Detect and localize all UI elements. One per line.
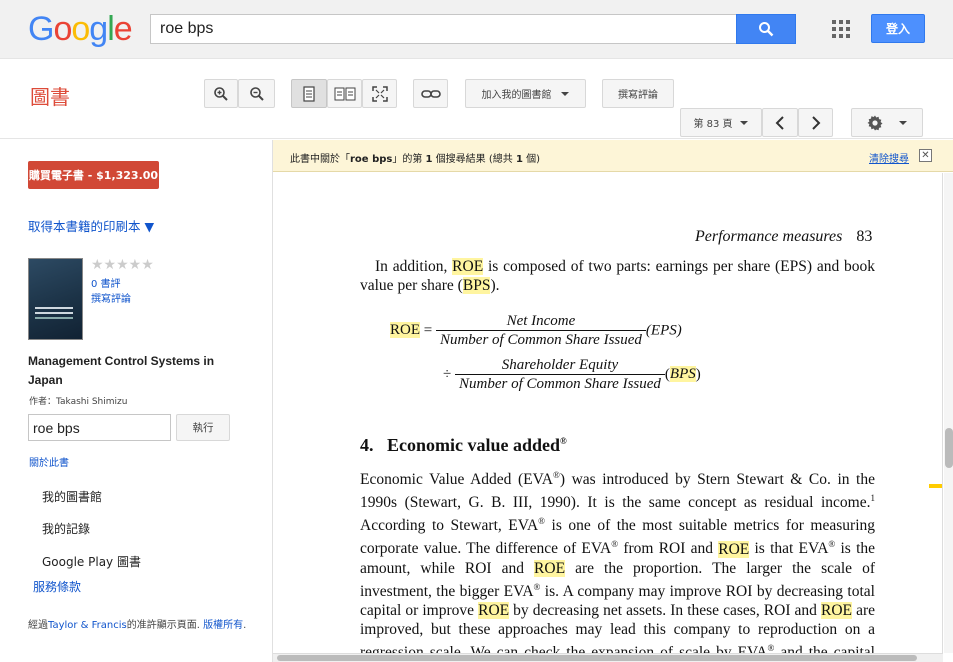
books-toolbar: 圖書 加入我的圖書館 撰寫評論 第 83 頁 bbox=[0, 59, 953, 139]
page-number: 83 bbox=[856, 228, 873, 245]
chevron-down-icon bbox=[560, 91, 569, 96]
signin-button[interactable]: 登入 bbox=[871, 14, 925, 43]
previous-page-button[interactable] bbox=[762, 108, 798, 137]
write-review-button[interactable]: 撰寫評論 bbox=[602, 79, 674, 108]
about-this-book-link[interactable]: 關於此書 bbox=[29, 454, 69, 469]
fraction: Shareholder Equity Number of Common Share… bbox=[454, 357, 665, 393]
horizontal-scrollbar[interactable] bbox=[273, 653, 943, 662]
fullscreen-icon bbox=[371, 85, 388, 102]
search-highlight: ROE bbox=[452, 258, 484, 275]
two-page-icon bbox=[334, 87, 355, 100]
review-count-link[interactable]: 0 書評 bbox=[91, 275, 121, 290]
gear-icon bbox=[867, 115, 883, 130]
single-page-view-button[interactable] bbox=[291, 79, 327, 108]
single-page-icon bbox=[303, 85, 315, 102]
add-to-library-button[interactable]: 加入我的圖書館 bbox=[465, 79, 586, 108]
search-button[interactable] bbox=[736, 14, 796, 44]
search-in-book-input[interactable] bbox=[29, 415, 170, 440]
scrollbar-thumb[interactable] bbox=[945, 428, 953, 468]
search-result-notice: 此書中關於「roe bps」的第 1 個搜尋結果 (總共 1 個) 清除搜尋 ✕ bbox=[273, 140, 953, 172]
zoom-in-button[interactable] bbox=[204, 79, 238, 108]
section-heading: 4. Economic value added® bbox=[360, 435, 567, 455]
result-index: 1 bbox=[425, 154, 433, 165]
search-in-book-button[interactable]: 執行 bbox=[176, 414, 230, 441]
buy-ebook-button[interactable]: 購買電子書 - $1,323.00 bbox=[28, 161, 159, 189]
book-author: 作者：Takashi Shimizu bbox=[29, 397, 128, 407]
chevron-down-icon bbox=[899, 120, 907, 125]
publisher-prefix: 經過 bbox=[28, 620, 48, 631]
search-highlight: BPS bbox=[462, 277, 491, 294]
search-highlight: BPS bbox=[669, 366, 696, 383]
scrollbar-thumb[interactable] bbox=[277, 655, 917, 661]
vertical-scrollbar[interactable] bbox=[944, 173, 953, 653]
chevron-right-icon bbox=[811, 115, 820, 130]
formula-line-2: ÷ Shareholder Equity Number of Common Sha… bbox=[443, 357, 701, 393]
page-number-dropdown[interactable]: 第 83 頁 bbox=[680, 108, 762, 137]
book-page: Performance measures 83 In addition, ROE … bbox=[273, 173, 943, 653]
fraction: Net Income Number of Common Share Issued bbox=[435, 313, 646, 349]
next-page-button[interactable] bbox=[798, 108, 833, 137]
publisher-link[interactable]: Taylor & Francis bbox=[48, 620, 127, 631]
fullscreen-button[interactable] bbox=[362, 79, 397, 108]
section-title[interactable]: 圖書 bbox=[30, 81, 70, 110]
running-head: Performance measures 83 bbox=[695, 228, 873, 245]
zoom-out-icon bbox=[249, 86, 264, 101]
result-total: 1 bbox=[515, 154, 523, 165]
page-label: 第 83 頁 bbox=[693, 119, 733, 130]
book-viewer: 此書中關於「roe bps」的第 1 個搜尋結果 (總共 1 個) 清除搜尋 ✕… bbox=[272, 140, 953, 662]
two-page-view-button[interactable] bbox=[327, 79, 362, 108]
link-button[interactable] bbox=[413, 79, 448, 108]
nav-my-library[interactable]: 我的圖書館 bbox=[42, 488, 102, 505]
zoom-out-button[interactable] bbox=[238, 79, 275, 108]
search-box[interactable] bbox=[150, 14, 737, 44]
search-result-message: 此書中關於「roe bps」的第 1 個搜尋結果 (總共 1 個) bbox=[290, 154, 541, 165]
search-highlight: ROE bbox=[390, 322, 420, 339]
search-input[interactable] bbox=[151, 15, 737, 43]
search-highlight: ROE bbox=[478, 601, 510, 619]
close-icon[interactable]: ✕ bbox=[919, 149, 932, 162]
nav-my-history[interactable]: 我的記錄 bbox=[42, 520, 90, 537]
top-bar: Google 登入 bbox=[0, 0, 953, 59]
google-logo[interactable]: Google bbox=[28, 10, 133, 49]
apps-grid-icon[interactable] bbox=[832, 20, 850, 38]
search-in-book-box[interactable] bbox=[28, 414, 171, 441]
book-cover-image[interactable] bbox=[28, 258, 83, 340]
clear-search-link[interactable]: 清除搜尋 bbox=[869, 150, 909, 165]
nav-google-play-books[interactable]: Google Play 圖書 bbox=[42, 553, 141, 570]
terms-of-service-link[interactable]: 服務條款 bbox=[33, 578, 81, 595]
publisher-notice: 經過Taylor & Francis的准許顯示頁面. 版權所有. bbox=[28, 617, 253, 635]
link-icon bbox=[420, 89, 441, 98]
chevron-down-icon bbox=[739, 120, 748, 125]
chevron-left-icon bbox=[775, 115, 784, 130]
formula-line-1: ROE = Net Income Number of Common Share I… bbox=[390, 313, 682, 349]
publisher-suffix: 的准許顯示頁面. bbox=[126, 620, 200, 631]
search-highlight: ROE bbox=[718, 540, 750, 558]
search-highlight: ROE bbox=[534, 559, 566, 577]
settings-button[interactable] bbox=[851, 108, 923, 137]
search-icon bbox=[759, 22, 774, 37]
zoom-in-icon bbox=[214, 86, 228, 101]
add-to-library-label: 加入我的圖書館 bbox=[481, 90, 552, 101]
copyright-link[interactable]: 版權所有 bbox=[203, 620, 243, 631]
search-hit-marker[interactable] bbox=[929, 484, 942, 488]
search-highlight: ROE bbox=[821, 601, 853, 619]
write-review-link[interactable]: 撰寫評論 bbox=[91, 290, 131, 305]
rating-stars: ★★★★★ bbox=[91, 256, 154, 272]
search-query: roe bps bbox=[350, 154, 393, 165]
copyright-end: . bbox=[243, 620, 247, 631]
get-print-copy-link[interactable]: 取得本書籍的印刷本 ▼ bbox=[28, 216, 154, 235]
book-sidebar: 購買電子書 - $1,323.00 取得本書籍的印刷本 ▼ ★★★★★ 0 書評… bbox=[0, 140, 270, 662]
book-title: Management Control Systems in Japan bbox=[28, 354, 215, 387]
paragraph-eva: Economic Value Added (EVA®) was introduc… bbox=[360, 470, 876, 653]
paragraph-intro: In addition, ROE is composed of two part… bbox=[360, 258, 875, 294]
